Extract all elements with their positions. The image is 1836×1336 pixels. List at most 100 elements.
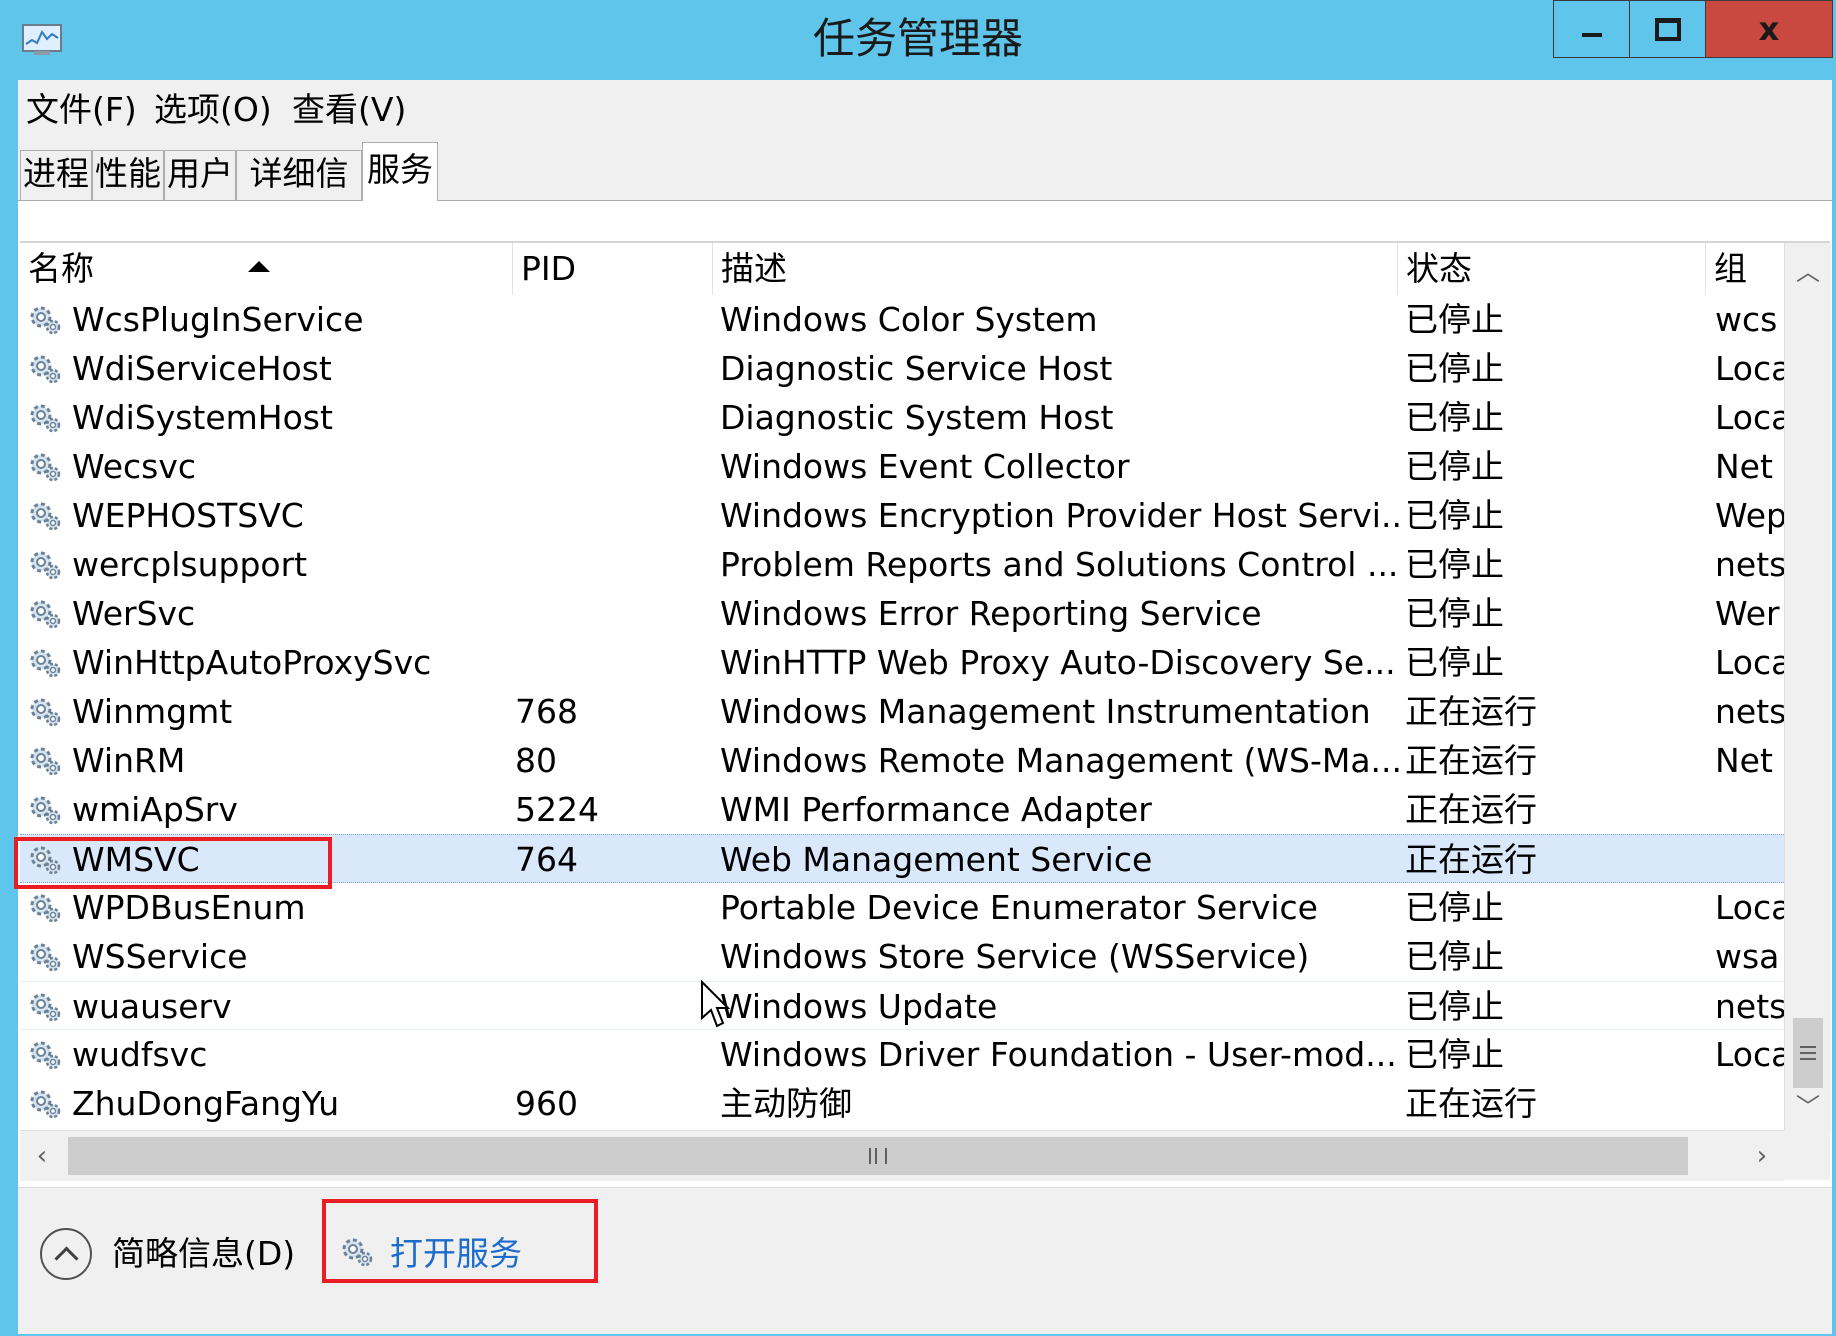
table-row[interactable]: wercplsupport Problem Reports and Solutio… [20, 540, 1784, 589]
menu-options[interactable]: 选项(O) [154, 88, 272, 132]
tab-users[interactable]: 用户 [164, 150, 236, 200]
table-row[interactable]: WMSVC 764 Web Management Service 正在运行 [20, 834, 1784, 883]
client-area: 文件(F) 选项(O) 查看(V) 进程 性能 用户 详细信息 服务 名称 PI… [18, 80, 1832, 1334]
services-gear-icon [342, 1238, 373, 1267]
service-pid-cell [515, 883, 705, 932]
chevron-right-icon: › [1756, 1141, 1768, 1171]
column-header-group[interactable]: 组 [1706, 243, 1784, 295]
menu-view[interactable]: 查看(V) [292, 88, 406, 132]
service-description-cell: Windows Color System [720, 300, 1098, 339]
table-row[interactable]: WdiServiceHost Diagnostic Service Host 已停止… [20, 344, 1784, 393]
table-row[interactable]: Winmgmt 768 Windows Management Instrumenta… [20, 687, 1784, 736]
service-status-cell: 已停止 [1405, 987, 1504, 1026]
menu-file[interactable]: 文件(F) [26, 88, 137, 132]
service-pid-cell [515, 982, 705, 1031]
service-rows: WcsPlugInService Windows Color System 已停止 w… [20, 295, 1784, 1130]
grip-icon [1800, 1046, 1816, 1060]
service-description-cell: Windows Store Service (WSService) [720, 937, 1310, 976]
service-description-cell: Windows Error Reporting Service [720, 594, 1262, 633]
column-header-pid[interactable]: PID [513, 243, 713, 295]
chevron-down-icon: ﹀ [1796, 1092, 1820, 1121]
scroll-down-button[interactable]: ﹀ [1785, 1078, 1831, 1130]
service-name-cell: WMSVC [72, 840, 200, 879]
service-status-cell: 已停止 [1405, 447, 1504, 486]
service-pid-cell [515, 393, 705, 442]
table-row[interactable]: Wecsvc Windows Event Collector 已停止 Net [20, 442, 1784, 491]
title-bar[interactable]: 任务管理器 x [0, 0, 1836, 78]
mouse-cursor-icon [701, 980, 730, 1028]
service-pid-cell [515, 344, 705, 393]
service-status-cell: 已停止 [1405, 398, 1504, 437]
service-name-cell: WSService [72, 937, 248, 976]
maximize-icon [1654, 17, 1681, 41]
service-gear-icon [28, 451, 62, 483]
column-header-name[interactable]: 名称 [20, 243, 513, 295]
table-row[interactable]: ZhuDongFangYu 960 主动防御 正在运行 [20, 1079, 1784, 1128]
service-gear-icon [28, 844, 62, 876]
table-row[interactable]: WPDBusEnum Portable Device Enumerator Ser… [20, 883, 1784, 932]
service-gear-icon [28, 991, 62, 1023]
minimize-icon [1581, 33, 1602, 37]
service-status-cell: 已停止 [1405, 300, 1504, 339]
fewer-details-button[interactable] [40, 1228, 92, 1280]
service-gear-icon [28, 500, 62, 532]
service-status-cell: 正在运行 [1405, 1084, 1537, 1123]
chevron-up-icon: ︿ [1796, 257, 1820, 286]
scroll-up-button[interactable]: ︿ [1785, 243, 1831, 295]
service-status-cell: 已停止 [1405, 349, 1504, 388]
service-gear-icon [28, 353, 62, 385]
table-row[interactable]: WcsPlugInService Windows Color System 已停止 w… [20, 295, 1784, 344]
column-header-row: 名称 PID 描述 状态 组 [20, 243, 1784, 295]
service-gear-icon [28, 598, 62, 630]
service-description-cell: WMI Performance Adapter [720, 790, 1152, 829]
service-group-cell: Wep [1715, 496, 1784, 535]
close-button[interactable]: x [1705, 0, 1833, 58]
service-gear-icon [28, 402, 62, 434]
service-status-cell: 正在运行 [1405, 692, 1537, 731]
minimize-button[interactable] [1553, 0, 1629, 58]
tab-services[interactable]: 服务 [362, 142, 438, 201]
table-row[interactable]: wudfsvc Windows Driver Foundation - User-… [20, 1030, 1784, 1079]
maximize-button[interactable] [1629, 0, 1705, 58]
table-row[interactable]: WinRM 80 Windows Remote Management (WS-Ma.… [20, 736, 1784, 785]
service-group-cell: wcs [1715, 300, 1778, 339]
service-group-cell [1715, 1079, 1784, 1128]
table-row[interactable]: WEPHOSTSVC Windows Encryption Provider Ho… [20, 491, 1784, 540]
service-description-cell: Web Management Service [720, 840, 1153, 879]
service-status-cell: 已停止 [1405, 594, 1504, 633]
table-row[interactable]: WSService Windows Store Service (WSServic… [20, 932, 1784, 981]
table-row[interactable]: WinHttpAutoProxySvc WinHTTP Web Proxy Aut… [20, 638, 1784, 687]
table-row[interactable]: WerSvc Windows Error Reporting Service 已停止… [20, 589, 1784, 638]
services-list[interactable]: 名称 PID 描述 状态 组 WcsPlugInService Windows C… [20, 241, 1831, 1189]
tab-processes[interactable]: 进程 [20, 150, 92, 200]
scroll-left-button[interactable]: ‹ [20, 1131, 64, 1181]
table-row[interactable]: wmiApSrv 5224 WMI Performance Adapter 正在运行 [20, 785, 1784, 834]
grip-icon [869, 1148, 887, 1164]
service-name-cell: WPDBusEnum [72, 888, 306, 927]
vertical-scrollbar[interactable]: ︿ ﹀ [1784, 243, 1831, 1130]
service-description-cell: Windows Driver Foundation - User-mod... [720, 1035, 1397, 1074]
service-description-cell: Problem Reports and Solutions Control ..… [720, 545, 1399, 584]
service-group-cell: nets [1715, 545, 1784, 584]
tab-details[interactable]: 详细信息 [236, 150, 362, 239]
horizontal-scroll-thumb[interactable] [68, 1137, 1688, 1175]
service-pid-cell: 5224 [515, 790, 599, 829]
service-group-cell: nets [1715, 987, 1784, 1026]
column-header-description[interactable]: 描述 [713, 243, 1398, 295]
close-icon: x [1758, 10, 1780, 48]
service-status-cell: 已停止 [1405, 643, 1504, 682]
fewer-details-link[interactable]: 简略信息(D) [112, 1230, 295, 1278]
service-name-cell: WdiSystemHost [72, 398, 333, 437]
table-row[interactable]: wuauserv Windows Update 已停止 nets [20, 981, 1784, 1030]
tab-performance[interactable]: 性能 [92, 150, 164, 200]
service-name-cell: WinHttpAutoProxySvc [72, 643, 432, 682]
scroll-right-button[interactable]: › [1740, 1131, 1784, 1181]
column-header-status[interactable]: 状态 [1398, 243, 1706, 295]
service-gear-icon [28, 304, 62, 336]
service-status-cell: 正在运行 [1405, 741, 1537, 780]
table-row[interactable]: WdiSystemHost Diagnostic System Host 已停止 Lo… [20, 393, 1784, 442]
service-group-cell: Net [1715, 447, 1773, 486]
service-group-cell: Loca [1715, 888, 1784, 927]
service-description-cell: Windows Encryption Provider Host Servi..… [720, 496, 1400, 535]
horizontal-scrollbar[interactable]: ‹ › [20, 1130, 1784, 1181]
